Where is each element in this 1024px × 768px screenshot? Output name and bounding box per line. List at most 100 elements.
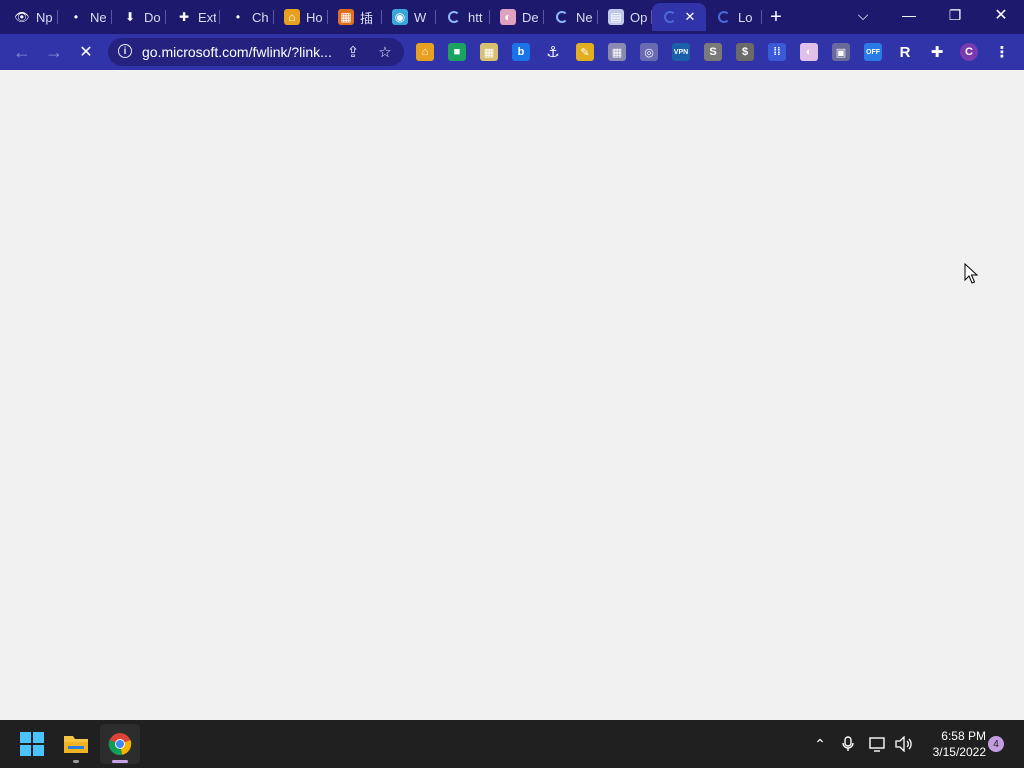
eye-icon: 👁 <box>14 10 30 24</box>
system-clock[interactable]: 6:58 PM 3/15/2022 <box>920 728 986 760</box>
tab-title: Ho <box>306 9 323 25</box>
download-icon: ⬇ <box>124 10 136 24</box>
tab-title: Op <box>630 9 648 25</box>
fingerprint-extension-icon[interactable]: ◎ <box>640 43 658 61</box>
dollar-extension-icon[interactable]: $ <box>736 43 754 61</box>
share-icon[interactable]: ⇪ <box>344 43 362 61</box>
forward-button[interactable]: → <box>40 38 68 66</box>
microphone-icon[interactable] <box>838 734 858 754</box>
extensions-puzzle-icon[interactable]: ✚ <box>928 43 946 61</box>
puzzle-icon: ✚ <box>178 10 190 24</box>
browser-tab[interactable]: 👁 Np <box>4 3 58 31</box>
flag-icon: ◐ <box>500 9 516 25</box>
browser-toolbar: ← → ✕ i go.microsoft.com/fwlink/?link...… <box>0 34 1024 70</box>
loading-spinner-icon <box>664 11 676 23</box>
show-hidden-icons-chevron[interactable]: ⌃ <box>810 734 830 754</box>
dot-icon: • <box>73 10 79 24</box>
loading-icon <box>446 9 462 25</box>
vpn-extension-icon[interactable]: VPN <box>672 43 690 61</box>
taskbar: ⌃ 6:58 PM 3/15/2022 4 <box>0 720 1024 768</box>
start-button[interactable] <box>12 724 52 764</box>
restore-button[interactable]: ❐ <box>932 0 978 30</box>
browser-tab[interactable]: ✚ Ext <box>166 3 220 31</box>
tab-search-button[interactable]: ⌵ <box>840 0 886 30</box>
browser-tab[interactable]: Ne <box>544 3 598 31</box>
chrome-taskbar-button[interactable] <box>100 724 140 764</box>
browser-tab[interactable]: ▦ 插 <box>328 3 382 31</box>
pencil-extension-icon[interactable]: ✎ <box>576 43 594 61</box>
tab-title: De <box>522 9 539 25</box>
tab-title: Ext <box>198 9 216 25</box>
tab-strip: 👁 Np • Ne ⬇ Do ✚ Ext • Ch ⌂ Ho ▦ 插 ◉ Whtt ◐ De Ne ▤ Op ✕ Lo + … <box>0 0 1024 34</box>
bookmark-star-icon[interactable]: ☆ <box>376 43 394 61</box>
browser-tab[interactable]: Lo <box>706 3 762 31</box>
loading-spinner-icon <box>718 11 730 23</box>
mouse-cursor-icon <box>964 263 978 284</box>
close-tab-icon[interactable]: ✕ <box>682 9 698 25</box>
tab-title: Ne <box>90 9 107 25</box>
grid-extension-icon[interactable]: ▦ <box>480 43 498 61</box>
speaker-glyph-icon <box>895 736 912 752</box>
anchor-extension-icon[interactable]: ⚓ <box>544 43 562 61</box>
tab-title: 插 <box>360 10 374 26</box>
home-extension-icon[interactable]: ⌂ <box>416 43 434 61</box>
active-indicator <box>112 760 128 763</box>
back-button[interactable]: ← <box>8 38 36 66</box>
loading-spinner-icon <box>556 11 568 23</box>
meet-extension-icon[interactable]: ■ <box>448 43 466 61</box>
loading-icon <box>662 9 678 25</box>
s-extension-icon[interactable]: S <box>704 43 722 61</box>
chrome-icon <box>108 733 132 756</box>
board-extension-icon[interactable]: ⁞⁞ <box>768 43 786 61</box>
menu-kebab-icon[interactable]: ⋮ <box>993 43 1011 61</box>
site-info-icon[interactable]: i <box>118 44 132 58</box>
page-content <box>0 70 1024 720</box>
loading-icon <box>716 9 732 25</box>
globe-icon: ◉ <box>392 9 408 25</box>
browser-tab[interactable]: htt <box>436 3 490 31</box>
app-icon: ▦ <box>338 9 354 25</box>
volume-icon[interactable] <box>894 734 914 754</box>
close-window-button[interactable]: ✕ <box>978 0 1024 30</box>
r-extension-icon[interactable]: R <box>896 43 914 61</box>
tab-title: Lo <box>738 9 753 25</box>
browser-tab[interactable]: ▤ Op <box>598 3 652 31</box>
browser-tab[interactable]: • Ch <box>220 3 274 31</box>
image-extension-icon[interactable]: ▣ <box>832 43 850 61</box>
file-explorer-button[interactable] <box>56 724 96 764</box>
home-icon: ⌂ <box>284 9 300 25</box>
tab-title: Np <box>36 9 53 25</box>
folder-icon <box>64 736 88 753</box>
browser-tab[interactable]: ⬇ Do <box>112 3 166 31</box>
off-extension-icon[interactable]: OFF <box>864 43 882 61</box>
address-bar[interactable]: i go.microsoft.com/fwlink/?link... ⇪ ☆ <box>108 38 404 66</box>
profile-avatar[interactable]: C <box>960 43 978 61</box>
circle-extension-icon[interactable]: ◐ <box>800 43 818 61</box>
document-icon: ▤ <box>608 9 624 25</box>
new-tab-button[interactable]: + <box>764 6 788 28</box>
b-extension-icon[interactable]: b <box>512 43 530 61</box>
browser-tab[interactable]: ⌂ Ho <box>274 3 328 31</box>
tiles-extension-icon[interactable]: ▦ <box>608 43 626 61</box>
notification-badge[interactable]: 4 <box>988 736 1004 752</box>
clock-date: 3/15/2022 <box>932 745 986 759</box>
tab-title: W <box>414 9 427 25</box>
url-text[interactable]: go.microsoft.com/fwlink/?link... <box>142 44 342 60</box>
tab-title: htt <box>468 9 483 25</box>
stop-loading-button[interactable]: ✕ <box>72 38 100 66</box>
tab-title: Ne <box>576 9 593 25</box>
browser-tab[interactable]: ◉ W <box>382 3 436 31</box>
clock-time: 6:58 PM <box>941 729 986 743</box>
active-tab[interactable]: ✕ <box>652 3 706 31</box>
network-icon[interactable] <box>868 734 888 754</box>
minimize-button[interactable]: — <box>886 0 932 30</box>
browser-tab[interactable]: • Ne <box>58 3 112 31</box>
windows-icon <box>20 732 44 756</box>
tab-list: 👁 Np • Ne ⬇ Do ✚ Ext • Ch ⌂ Ho ▦ 插 ◉ Whtt ◐ De Ne ▤ Op ✕ Lo <box>4 3 762 31</box>
dot-icon: • <box>235 10 241 24</box>
tab-title: Ch <box>252 9 269 25</box>
mic-glyph-icon <box>842 736 854 751</box>
running-indicator <box>73 760 79 763</box>
browser-tab[interactable]: ◐ De <box>490 3 544 31</box>
loading-icon <box>554 9 570 25</box>
